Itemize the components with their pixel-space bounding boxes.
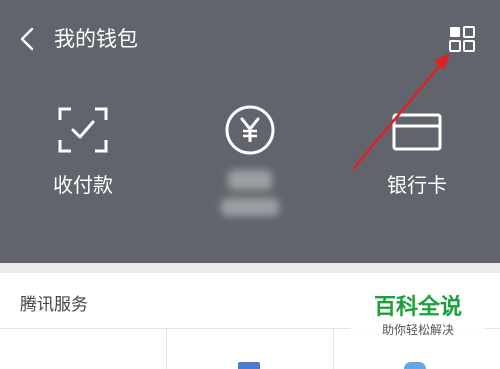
- section-title: 腾讯服务: [20, 295, 88, 315]
- bank-card-button[interactable]: 银行卡: [342, 106, 492, 206]
- divider: [333, 329, 334, 369]
- watermark-subtitle: 助你轻松解决: [381, 323, 454, 337]
- grid-menu-icon[interactable]: [446, 24, 478, 56]
- balance-blurred-text: [175, 170, 325, 216]
- watermark-title: 百科全说: [373, 295, 462, 320]
- wallet-header: 我的钱包 收付款 银行卡: [0, 0, 500, 263]
- scan-check-icon: [58, 107, 108, 153]
- watermark-logo: 百科全说 助你轻松解决: [350, 292, 486, 340]
- receive-pay-label: 收付款: [53, 173, 113, 197]
- receive-pay-button[interactable]: 收付款: [8, 106, 158, 206]
- divider: [166, 329, 167, 369]
- bank-card-icon: [392, 113, 442, 151]
- balance-button[interactable]: [175, 105, 325, 216]
- service-icon[interactable]: [238, 362, 260, 369]
- page-title: 我的钱包: [54, 27, 138, 51]
- service-icon[interactable]: [404, 362, 426, 369]
- yuan-coin-icon: [225, 105, 275, 155]
- bank-card-label: 银行卡: [387, 173, 447, 197]
- chevron-left-icon[interactable]: [12, 22, 46, 56]
